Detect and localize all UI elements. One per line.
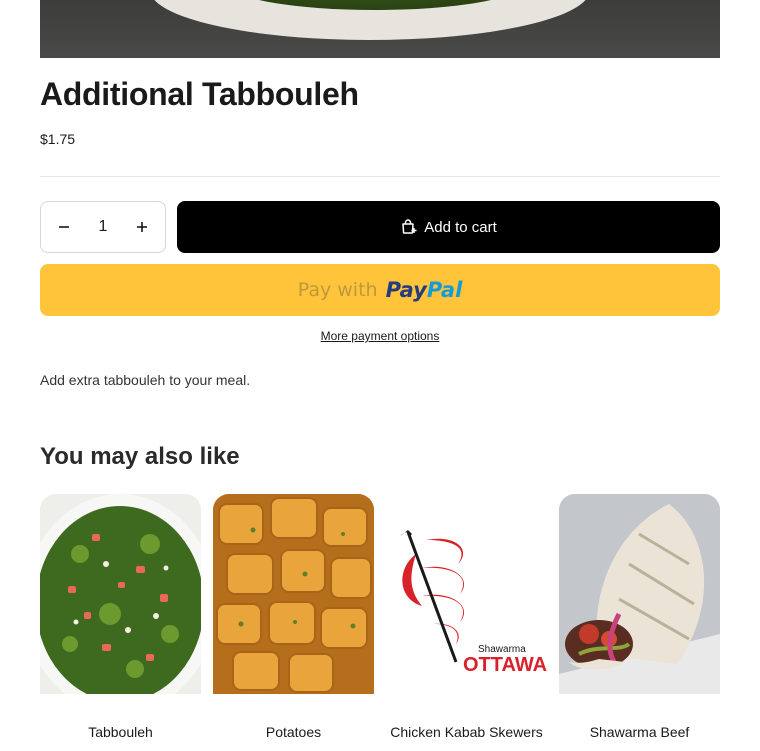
product-card-name[interactable]: Potatoes <box>193 724 394 740</box>
shawarma-photo <box>559 494 720 694</box>
paypal-button[interactable]: Pay with PayPal <box>40 264 720 316</box>
add-to-cart-label: Add to cart <box>424 218 497 236</box>
potatoes-photo <box>213 494 374 694</box>
cart-icon <box>402 219 417 234</box>
svg-text:OTTAWA: OTTAWA <box>463 654 547 676</box>
quantity-stepper: 1 <box>40 201 166 253</box>
more-payment-options-link[interactable]: More payment options <box>0 329 760 343</box>
paypal-logo: PayPal <box>385 278 463 302</box>
minus-icon <box>59 226 69 228</box>
increase-quantity-button[interactable] <box>129 214 155 240</box>
product-card-tabbouleh[interactable]: Tabbouleh <box>40 494 201 740</box>
product-card-shawarma-beef[interactable]: Shawarma Beef <box>559 494 720 740</box>
add-to-cart-button[interactable]: Add to cart <box>177 201 720 253</box>
shawarma-ottawa-logo[interactable]: Shawarma OTTAWA <box>386 494 547 694</box>
quantity-value[interactable]: 1 <box>99 218 108 236</box>
logo-graphic: Shawarma OTTAWA <box>386 494 547 694</box>
product-title: Additional Tabbouleh <box>40 76 359 112</box>
product-card-potatoes[interactable]: Potatoes <box>213 494 374 740</box>
product-price: $1.75 <box>40 131 76 147</box>
tabbouleh-image[interactable] <box>40 494 201 694</box>
product-card-name[interactable]: Shawarma Beef <box>539 724 740 750</box>
pay-with-label: Pay with <box>297 279 378 301</box>
product-description: Add extra tabbouleh to your meal. <box>40 372 251 388</box>
divider <box>40 176 720 177</box>
potatoes-image[interactable] <box>213 494 374 694</box>
decrease-quantity-button[interactable] <box>51 214 77 240</box>
tabbouleh-photo <box>40 494 201 694</box>
product-hero-image <box>40 0 720 58</box>
product-card-name[interactable]: Tabbouleh <box>20 724 221 740</box>
recommendations-heading: You may also like <box>40 443 240 470</box>
shawarma-beef-image[interactable] <box>559 494 720 694</box>
product-card-name[interactable]: Chicken Kabab Skewers <box>366 724 567 740</box>
plus-icon <box>137 222 147 232</box>
product-card-chicken-kabab[interactable]: Shawarma OTTAWA Chicken Kabab Skewers <box>386 494 547 740</box>
